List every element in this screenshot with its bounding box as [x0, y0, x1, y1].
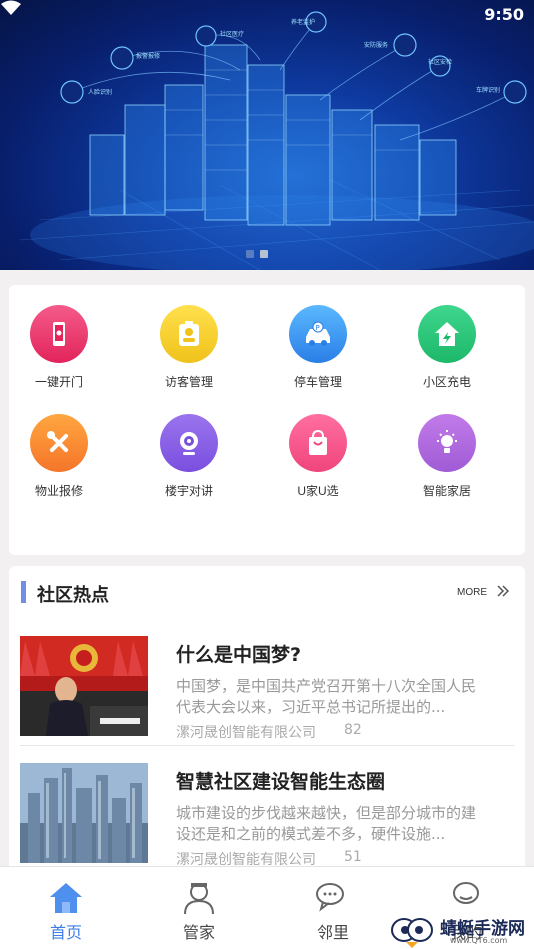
house-charge-icon	[418, 305, 476, 363]
services-card: 一键开门 访客管理 P 停车管理 小区充电 物业报修 楼宇对讲 U家U选 智能家…	[9, 285, 525, 555]
tab-butler[interactable]: 管家	[149, 867, 249, 949]
article-title: 什么是中国梦?	[176, 644, 302, 666]
shopping-bag-icon	[289, 414, 347, 472]
section-title: 社区热点	[37, 585, 109, 606]
article-view-count: 51	[344, 849, 362, 865]
article-thumbnail	[20, 763, 148, 863]
status-time: 9:50	[484, 5, 524, 24]
news-article[interactable]: 什么是中国梦? 中国梦，是中国共产党召开第十八次全国人民代表大会以来，习近平总书…	[20, 636, 515, 744]
banner-pagination	[246, 250, 268, 258]
service-label: 一键开门	[34, 375, 83, 389]
article-source: 漯河晟创智能有限公司	[176, 725, 316, 741]
service-property-repair[interactable]: 物业报修	[9, 414, 109, 499]
status-bar: 9:50	[0, 0, 534, 30]
smart-city-illustration: 人脸识别 报警报修 社区医疗 养老监护 安防服务 社区安检 车牌识别	[19, 11, 534, 270]
service-label: 物业报修	[34, 484, 83, 498]
service-community-charging[interactable]: 小区充电	[397, 305, 497, 390]
article-view-count: 82	[344, 722, 362, 738]
tab-label: 管家	[182, 923, 215, 942]
banner-label: 报警报修	[136, 52, 160, 60]
community-news-card: 社区热点 MORE 什么是中国梦? 中国梦，是中国共产党召开第十八次全国人民代表…	[9, 566, 525, 866]
wifi-icon	[1, 0, 21, 15]
article-source: 漯河晟创智能有限公司	[176, 852, 316, 866]
article-divider	[20, 745, 514, 746]
butler-icon	[184, 883, 214, 915]
tab-neighbors[interactable]: 邻里	[283, 867, 383, 949]
article-summary: 中国梦，是中国共产党召开第十八次全国人民代表大会以来，习近平总书记所提出的...	[176, 677, 477, 716]
watermark-url: www.QT6.com	[450, 936, 508, 945]
banner-label: 车牌识别	[476, 86, 500, 94]
banner-label: 社区医疗	[220, 30, 244, 38]
double-chevron-right-icon[interactable]	[495, 583, 511, 599]
svg-text:P: P	[316, 324, 320, 332]
service-smart-home[interactable]: 智能家居	[397, 414, 497, 499]
user-icon	[453, 882, 479, 904]
tab-label: 邻里	[316, 923, 349, 942]
repair-tools-icon	[30, 414, 88, 472]
home-icon	[50, 883, 82, 913]
banner-label: 社区安检	[428, 58, 452, 66]
service-label: 小区充电	[422, 375, 471, 389]
smart-bulb-icon	[418, 414, 476, 472]
service-label: 楼宇对讲	[164, 484, 213, 498]
phone-door-icon	[30, 305, 88, 363]
chat-bubbles-icon	[316, 883, 344, 912]
service-label: U家U选	[297, 484, 339, 498]
banner-label: 人脸识别	[88, 88, 112, 96]
visitor-badge-icon	[160, 305, 218, 363]
banner-label: 安防服务	[364, 41, 388, 49]
section-accent-bar	[21, 581, 26, 603]
service-label: 访客管理	[164, 375, 213, 389]
more-link[interactable]: MORE	[457, 587, 487, 598]
tab-home[interactable]: 首页	[16, 867, 116, 949]
dragonfly-logo-icon	[391, 918, 433, 948]
service-visitor-management[interactable]: 访客管理	[139, 305, 239, 390]
service-parking-management[interactable]: P 停车管理	[268, 305, 368, 390]
service-building-intercom[interactable]: 楼宇对讲	[139, 414, 239, 499]
article-thumbnail	[20, 636, 148, 736]
article-summary: 城市建设的步伐越来越快，但是部分城市的建设还是和之前的模式差不多，硬件设施...	[176, 804, 477, 843]
service-one-key-open[interactable]: 一键开门	[9, 305, 109, 390]
news-article[interactable]: 智慧社区建设智能生态圈 城市建设的步伐越来越快，但是部分城市的建设还是和之前的模…	[20, 763, 515, 866]
pagination-dot[interactable]	[246, 250, 254, 258]
article-title: 智慧社区建设智能生态圈	[176, 771, 386, 793]
hero-banner[interactable]: 人脸识别 报警报修 社区医疗 养老监护 安防服务 社区安检 车牌识别 9:50	[0, 0, 534, 270]
webcam-icon	[160, 414, 218, 472]
pagination-dot[interactable]	[260, 250, 268, 258]
car-parking-icon: P	[289, 305, 347, 363]
tab-label: 首页	[49, 923, 82, 942]
service-label: 智能家居	[422, 484, 471, 498]
news-header: 社区热点 MORE	[9, 566, 525, 616]
service-label: 停车管理	[293, 375, 342, 389]
service-u-home-select[interactable]: U家U选	[268, 414, 368, 499]
